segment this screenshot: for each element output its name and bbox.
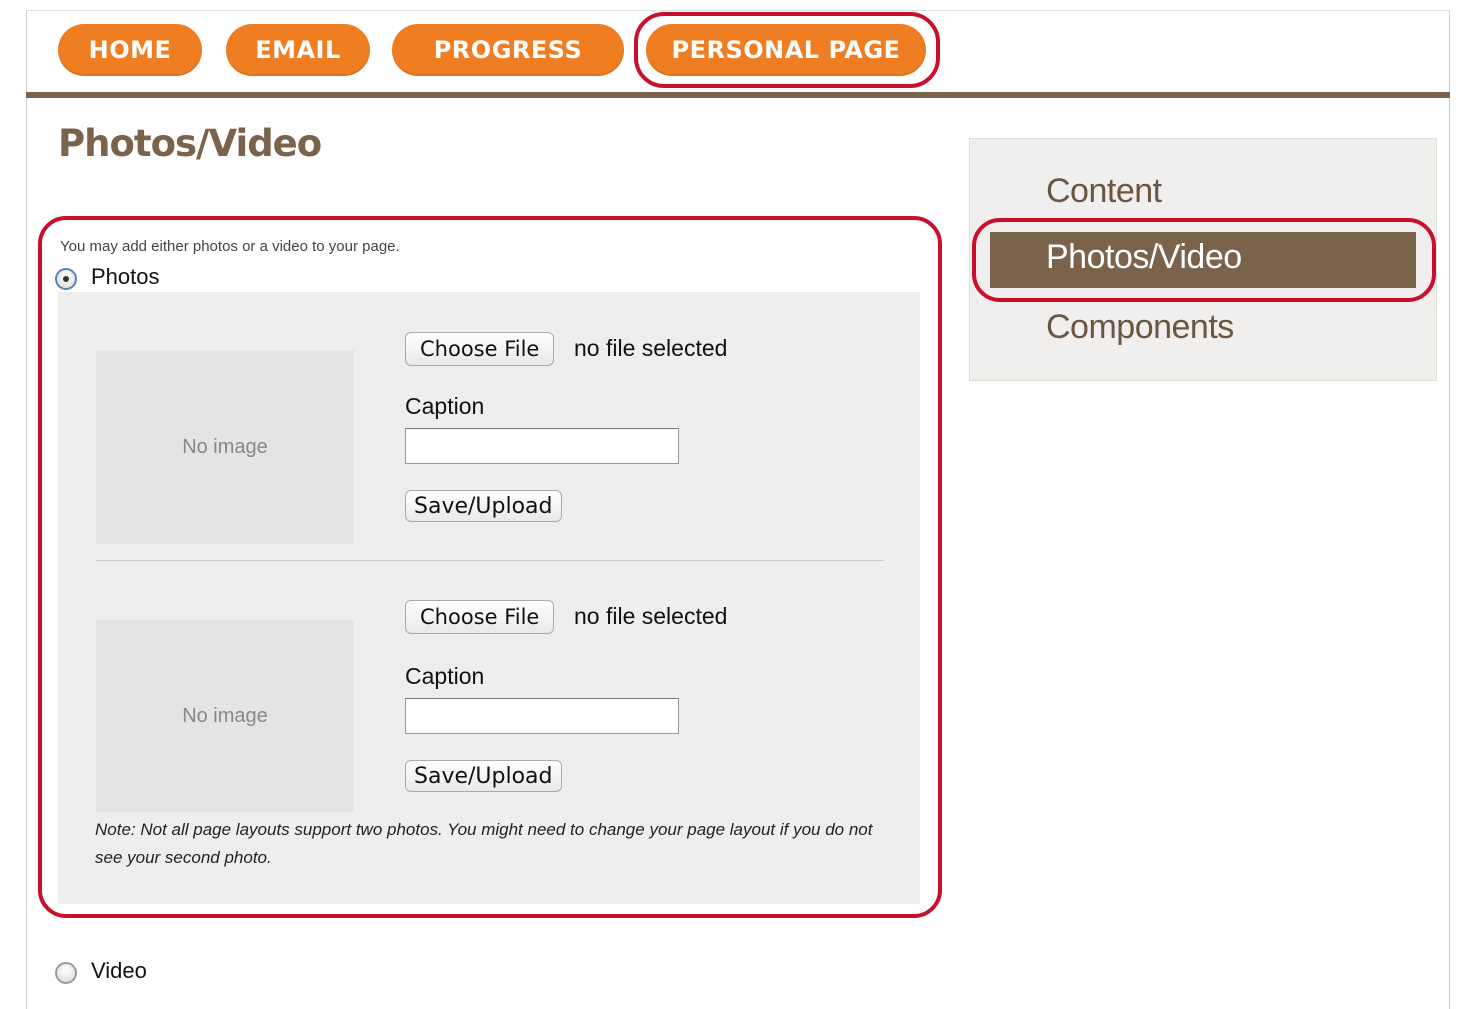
photo-2-caption-label: Caption — [405, 663, 485, 689]
video-radio[interactable] — [55, 962, 77, 984]
sidebar-item-photos-video-label: Photos/Video — [1046, 238, 1242, 276]
photo-2-file-status: no file selected — [574, 603, 728, 629]
sidebar-item-components[interactable]: Components — [1046, 308, 1234, 347]
photo-2-caption-input[interactable] — [405, 698, 679, 734]
nav-progress-button[interactable]: PROGRESS — [392, 24, 624, 76]
photo-2-placeholder: No image — [96, 620, 354, 812]
photos-radio[interactable] — [55, 268, 77, 290]
nav-home-button[interactable]: HOME — [58, 24, 202, 76]
photo-1-caption-input[interactable] — [405, 428, 679, 464]
photo-1-choose-file-button[interactable]: Choose File — [405, 332, 555, 366]
photo-1-caption-label: Caption — [405, 393, 485, 419]
photo-1-file-status: no file selected — [574, 335, 728, 361]
nav-personal-page-button[interactable]: PERSONAL PAGE — [646, 24, 926, 76]
photo-1-placeholder: No image — [96, 350, 354, 544]
frame-top-border — [26, 10, 1450, 11]
layout-note: Note: Not all page layouts support two p… — [95, 820, 873, 867]
sidebar-item-content[interactable]: Content — [1046, 172, 1162, 211]
frame-right-border — [1449, 10, 1450, 1009]
intro-text: You may add either photos or a video to … — [60, 238, 400, 255]
photo-1-save-upload-button[interactable]: Save/Upload — [405, 490, 562, 522]
upload-divider — [96, 560, 884, 561]
nav-email-button[interactable]: EMAIL — [226, 24, 370, 76]
frame-left-border — [26, 10, 27, 1009]
photos-radio-label: Photos — [91, 264, 160, 289]
video-radio-label: Video — [91, 958, 147, 983]
photo-2-save-upload-button[interactable]: Save/Upload — [405, 760, 562, 792]
page-title: Photos/Video — [58, 122, 322, 165]
photo-2-choose-file-button[interactable]: Choose File — [405, 600, 555, 634]
nav-divider — [26, 92, 1450, 98]
